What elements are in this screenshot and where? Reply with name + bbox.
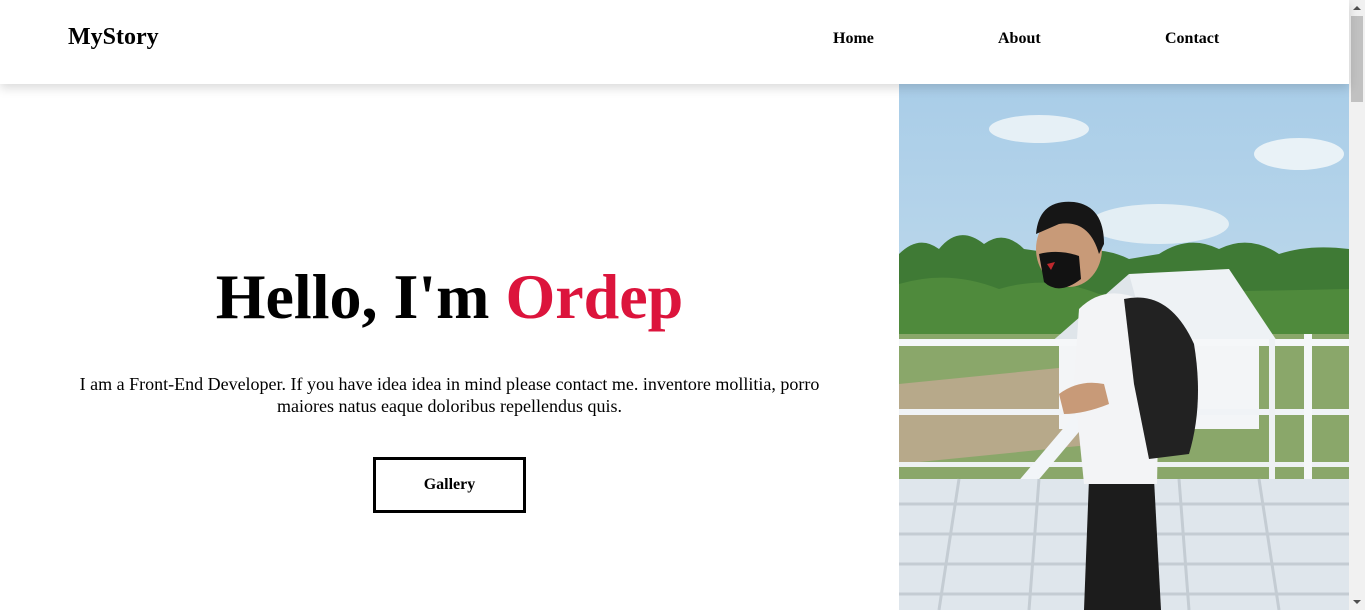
scroll-down-arrow-icon[interactable] bbox=[1349, 594, 1365, 610]
profile-photo bbox=[899, 84, 1349, 610]
hero-section: Hello, I'm Ordep I am a Front-End Develo… bbox=[0, 84, 899, 610]
hero-greeting: Hello, I'm bbox=[215, 261, 506, 332]
brand-logo[interactable]: MyStory bbox=[68, 24, 159, 51]
vertical-scrollbar[interactable] bbox=[1349, 0, 1365, 610]
gallery-button[interactable]: Gallery bbox=[373, 457, 526, 513]
scrollbar-thumb[interactable] bbox=[1351, 16, 1363, 102]
scroll-up-arrow-icon[interactable] bbox=[1349, 0, 1365, 16]
hero-title: Hello, I'm Ordep bbox=[0, 262, 899, 332]
navbar: MyStory Home About Contact bbox=[0, 0, 1349, 84]
hero-name: Ordep bbox=[505, 261, 684, 332]
nav-link-contact[interactable]: Contact bbox=[1165, 30, 1219, 48]
nav-link-about[interactable]: About bbox=[998, 30, 1041, 48]
hero-description: I am a Front-End Developer. If you have … bbox=[79, 374, 820, 416]
nav-link-home[interactable]: Home bbox=[833, 30, 874, 48]
